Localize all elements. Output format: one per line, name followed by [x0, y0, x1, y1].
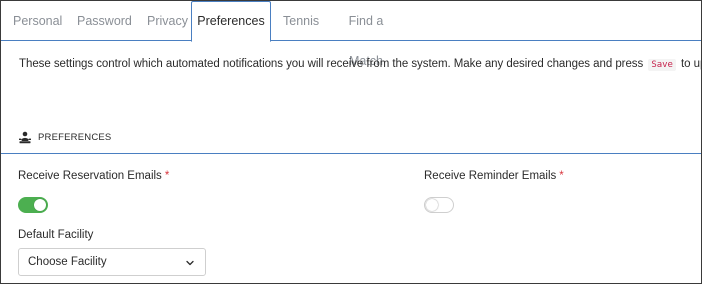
tab-bar: Personal Password Privacy Preferences Te…	[1, 1, 701, 68]
intro-text: These settings control which automated n…	[19, 58, 701, 71]
save-code-label: Save	[648, 59, 676, 71]
reminder-emails-toggle[interactable]	[424, 197, 454, 213]
tab-tennis[interactable]: Tennis	[283, 1, 319, 41]
tab-password[interactable]: Password	[77, 1, 132, 41]
preferences-panel: Personal Password Privacy Preferences Te…	[0, 0, 702, 284]
preferences-section-header: PREFERENCES	[1, 126, 701, 154]
tab-preferences[interactable]: Preferences	[191, 1, 271, 42]
default-facility-value: Choose Facility	[28, 256, 107, 268]
chevron-down-icon	[186, 260, 194, 266]
default-facility-select[interactable]: Choose Facility	[18, 248, 206, 276]
tab-privacy[interactable]: Privacy	[147, 1, 188, 41]
toggle-knob	[34, 199, 46, 211]
intro-text-after: to update your profile.	[681, 58, 701, 70]
toggle-knob	[426, 199, 438, 211]
preferences-person-icon	[19, 131, 31, 144]
default-facility-label: Default Facility	[18, 229, 94, 241]
section-title: PREFERENCES	[38, 132, 112, 143]
reservation-emails-label: Receive Reservation Emails *	[18, 170, 169, 182]
tab-find-a-match[interactable]: Find a Match	[336, 1, 396, 68]
reservation-emails-label-text: Receive Reservation Emails	[18, 170, 162, 182]
reservation-emails-toggle[interactable]	[18, 197, 48, 213]
required-mark: *	[164, 170, 170, 182]
reminder-emails-label-text: Receive Reminder Emails	[424, 170, 557, 182]
required-mark: *	[559, 170, 564, 182]
tab-personal[interactable]: Personal	[13, 1, 62, 41]
intro-text-before: These settings control which automated n…	[19, 58, 644, 70]
reminder-emails-label: Receive Reminder Emails *	[424, 170, 564, 182]
